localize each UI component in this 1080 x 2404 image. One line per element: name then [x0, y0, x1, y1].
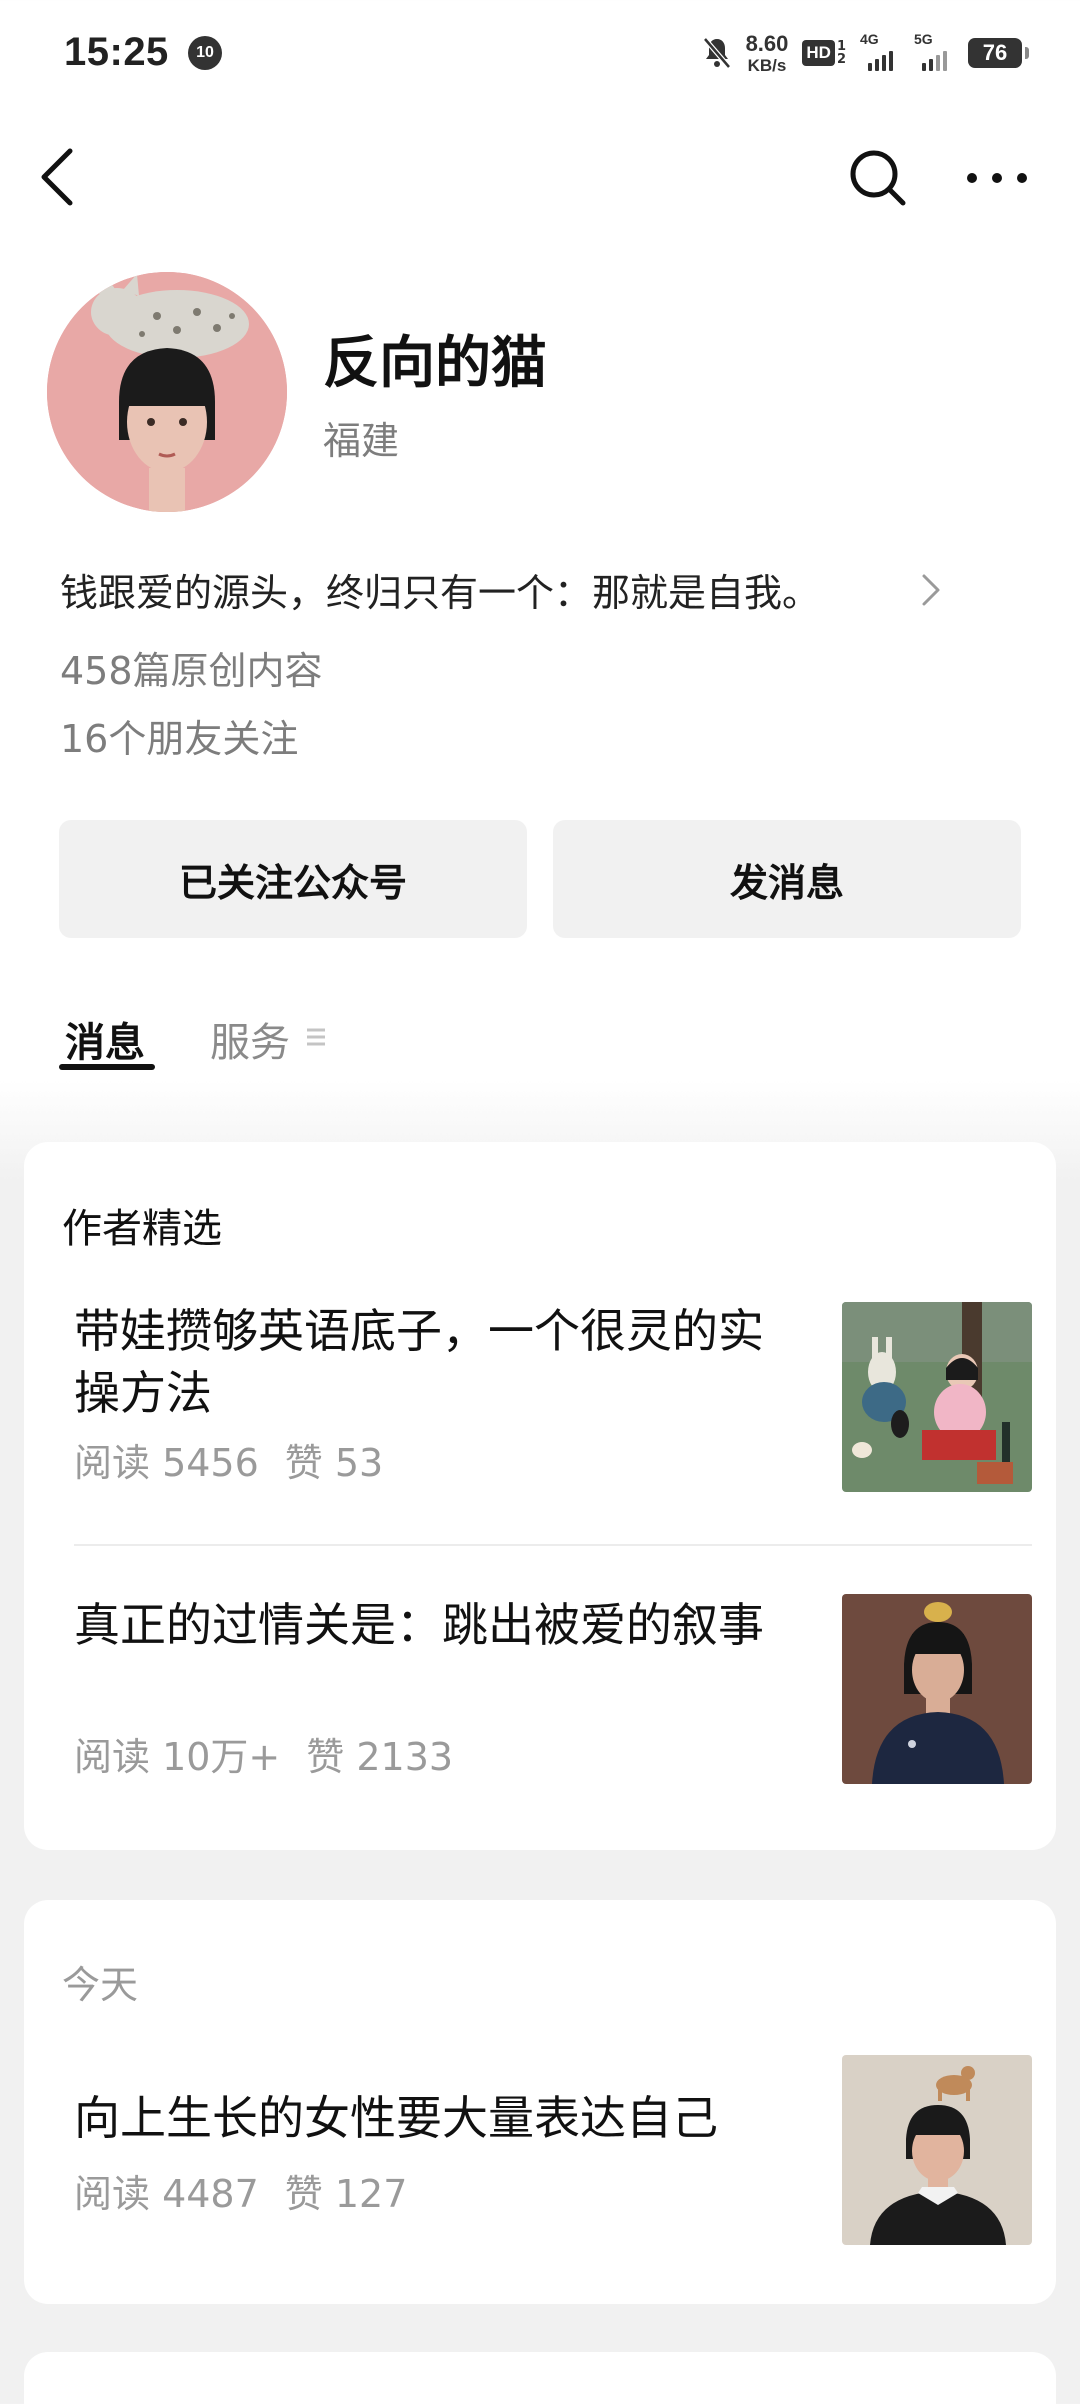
net-speed-unit: KB/s [747, 55, 787, 75]
hd-sub-2: 2 [836, 52, 846, 67]
chevron-right-icon[interactable] [918, 570, 944, 610]
hd-label: HD [802, 40, 835, 66]
account-location: 福建 [323, 419, 400, 463]
article-title: 真正的过情关是：跳出被爱的叙事 [74, 1598, 764, 1652]
article-meta: 阅读 5456 赞 53 [74, 1432, 383, 1487]
status-time: 15:25 [64, 30, 169, 74]
signal-4g-icon: 4G [860, 31, 900, 71]
avatar-illustration [47, 272, 287, 512]
menu-lines-icon[interactable] [305, 1024, 327, 1050]
article-item[interactable]: 向上生长的女性要大量表达自己 阅读 4487 赞 127 [74, 2055, 1032, 2247]
article-reads: 阅读 5456 [74, 1441, 259, 1485]
original-content-count: 458篇原创内容 [60, 649, 323, 693]
account-name: 反向的猫 [323, 331, 547, 396]
search-icon[interactable] [848, 148, 908, 208]
featured-articles-card: 作者精选 带娃攒够英语底子，一个很灵的实操方法 阅读 5456 赞 53 真正的… [24, 1142, 1056, 1850]
status-icons: 8.60 KB/s HD 1 2 4G 5G 76 [702, 28, 1029, 78]
more-options-icon[interactable] [962, 160, 1032, 196]
article-item[interactable]: 带娃攒够英语底子，一个很灵的实操方法 阅读 5456 赞 53 [74, 1298, 1032, 1492]
notification-badge: 10 [188, 36, 222, 70]
today-section-title: 今天 [62, 1963, 139, 2007]
next-articles-card [24, 2352, 1056, 2404]
active-tab-indicator [59, 1064, 155, 1070]
article-thumbnail [842, 1594, 1032, 1784]
featured-section-title: 作者精选 [62, 1206, 222, 1252]
send-message-button[interactable]: 发消息 [553, 820, 1021, 938]
signal-5g-icon: 5G [914, 31, 954, 71]
today-articles-card: 今天 向上生长的女性要大量表达自己 阅读 4487 赞 127 [24, 1900, 1056, 2304]
followed-account-button[interactable]: 已关注公众号 [59, 820, 527, 938]
mute-bell-icon [702, 37, 731, 69]
article-divider [74, 1544, 1032, 1546]
article-reads: 阅读 4487 [74, 2172, 259, 2216]
article-thumbnail [842, 1302, 1032, 1492]
avatar[interactable] [47, 272, 287, 512]
article-likes: 赞 53 [284, 1441, 384, 1485]
article-likes: 赞 2133 [306, 1735, 454, 1779]
friends-following-count[interactable]: 16个朋友关注 [60, 708, 298, 763]
article-reads: 阅读 10万+ [74, 1735, 281, 1779]
signal-4g-label: 4G [860, 31, 879, 47]
net-speed-value: 8.60 [745, 30, 789, 56]
article-meta: 阅读 10万+ 赞 2133 [74, 1726, 453, 1781]
article-likes: 赞 127 [284, 2172, 408, 2216]
article-meta: 阅读 4487 赞 127 [74, 2163, 407, 2218]
article-item[interactable]: 真正的过情关是：跳出被爱的叙事 阅读 10万+ 赞 2133 [74, 1592, 1032, 1784]
tab-messages[interactable]: 消息 [65, 1010, 145, 1068]
status-bar: 15:25 10 8.60 KB/s HD 1 2 4G 5G 76 [0, 0, 1080, 110]
tab-services[interactable]: 服务 [210, 1010, 290, 1068]
signal-5g-label: 5G [914, 31, 933, 47]
battery-icon: 76 [968, 38, 1029, 68]
network-speed: 8.60 KB/s [745, 30, 789, 75]
back-arrow-icon[interactable] [36, 145, 80, 209]
article-title: 带娃攒够英语底子，一个很灵的实操方法 [74, 1304, 764, 1420]
article-title: 向上生长的女性要大量表达自己 [74, 2091, 718, 2145]
article-thumbnail [842, 2055, 1032, 2245]
hd-voice-indicator: HD 1 2 [802, 40, 846, 66]
account-bio[interactable]: 钱跟爱的源头，终归只有一个：那就是自我。 [60, 562, 820, 617]
